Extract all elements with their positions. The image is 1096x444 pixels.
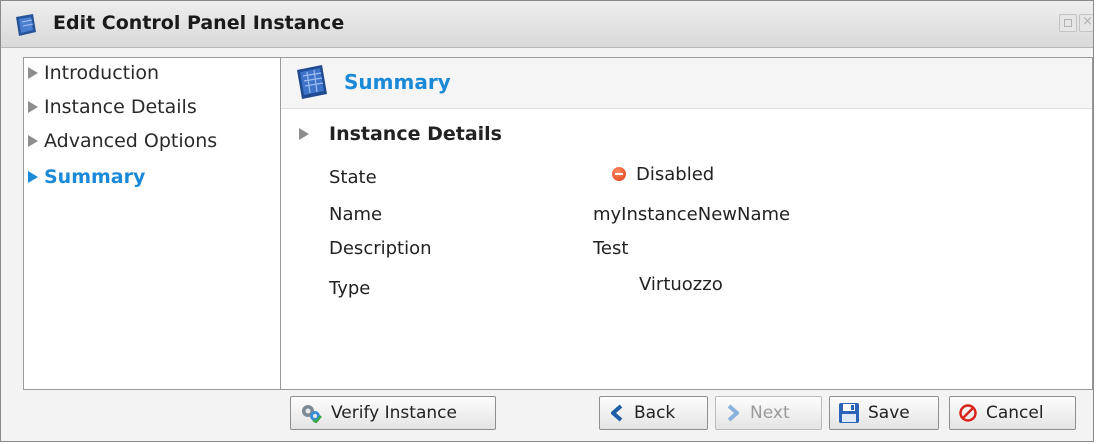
section-instance-details[interactable]: Instance Details	[299, 123, 502, 145]
back-label: Back	[634, 403, 676, 423]
save-button[interactable]: Save	[829, 396, 939, 430]
nav-item-advanced-options[interactable]: Advanced Options	[28, 128, 217, 154]
nav-item-introduction[interactable]: Introduction	[28, 60, 159, 86]
control-panel-icon	[16, 14, 36, 36]
state-value: Disabled	[612, 164, 714, 185]
type-value: Virtuozzo	[639, 274, 723, 295]
back-button[interactable]: Back	[599, 396, 708, 430]
type-label: Type	[329, 278, 371, 299]
edit-instance-dialog: Edit Control Panel Instance Introduction…	[0, 0, 1094, 442]
dialog-footer: Verify Instance Back Next Save Cancel	[1, 390, 1093, 441]
triangle-right-icon	[28, 135, 38, 147]
nav-item-label: Summary	[44, 166, 146, 188]
verify-instance-button[interactable]: Verify Instance	[290, 396, 496, 430]
nav-item-label: Instance Details	[44, 96, 197, 118]
triangle-right-icon	[28, 67, 38, 79]
cancel-circle-icon	[959, 404, 977, 422]
cancel-button[interactable]: Cancel	[949, 396, 1076, 430]
triangle-right-icon	[28, 101, 38, 113]
title-bar[interactable]: Edit Control Panel Instance	[1, 1, 1093, 48]
close-icon[interactable]	[1079, 14, 1093, 32]
floppy-disk-icon	[839, 403, 859, 423]
name-value: myInstanceNewName	[593, 204, 791, 225]
panel-header: Summary	[281, 58, 1092, 109]
section-title-label: Instance Details	[329, 123, 502, 145]
disabled-status-icon	[612, 167, 626, 181]
state-label: State	[329, 167, 377, 188]
panel-title: Summary	[344, 70, 451, 94]
save-label: Save	[868, 403, 910, 423]
next-label: Next	[750, 403, 790, 423]
summary-panel: Summary Instance Details State Disabled …	[281, 57, 1093, 390]
wizard-steps-nav: Introduction Instance Details Advanced O…	[23, 57, 281, 390]
next-button[interactable]: Next	[715, 396, 822, 430]
description-label: Description	[329, 238, 432, 259]
triangle-right-icon	[299, 128, 309, 140]
arrow-right-icon	[727, 404, 739, 422]
name-label: Name	[329, 204, 383, 225]
control-panel-icon	[297, 65, 327, 99]
verify-instance-label: Verify Instance	[331, 403, 457, 423]
nav-item-label: Advanced Options	[44, 130, 218, 152]
verify-gears-icon	[302, 405, 322, 423]
description-value: Test	[593, 238, 629, 259]
dialog-title: Edit Control Panel Instance	[53, 12, 345, 34]
state-value-text: Disabled	[636, 164, 715, 185]
nav-item-summary[interactable]: Summary	[28, 164, 145, 190]
arrow-left-icon	[611, 404, 623, 422]
maximize-icon[interactable]	[1059, 14, 1077, 32]
cancel-label: Cancel	[986, 403, 1044, 423]
nav-item-instance-details[interactable]: Instance Details	[28, 94, 197, 120]
nav-item-label: Introduction	[44, 62, 160, 84]
triangle-right-icon	[28, 171, 38, 183]
